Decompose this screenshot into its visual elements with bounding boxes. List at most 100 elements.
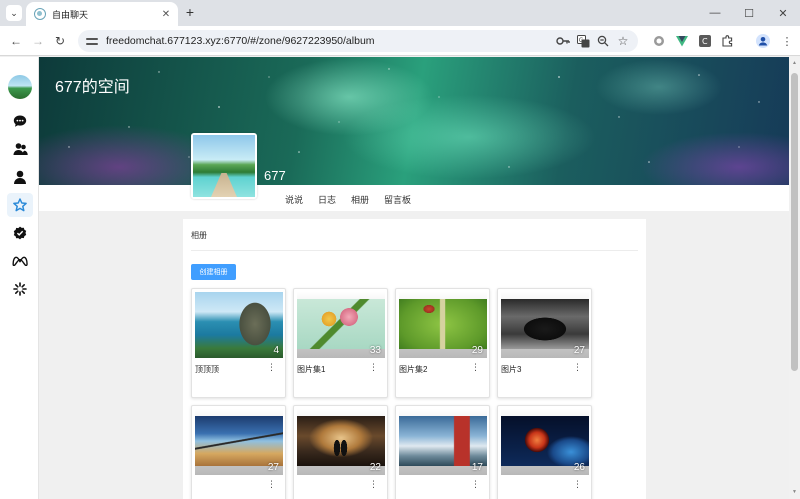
album-cover-image (297, 416, 385, 466)
maximize-icon[interactable]: ☐ (732, 0, 766, 26)
album-name: 图片集1 (297, 365, 326, 374)
album-cover[interactable]: 27 (501, 292, 589, 358)
album-cover-image (501, 416, 589, 466)
page-scrollbar[interactable]: ▲ ▼ (789, 57, 800, 499)
zoom-icon[interactable] (596, 34, 610, 48)
window-controls: — ☐ ✕ (698, 0, 800, 26)
svg-text:G: G (578, 37, 583, 44)
tab-guestbook[interactable]: 留言板 (384, 193, 411, 206)
album-more-icon[interactable]: ⋮ (369, 362, 378, 373)
password-key-icon[interactable] (556, 34, 570, 48)
album-photo-count: 26 (573, 462, 585, 473)
back-arrow-icon[interactable]: ← (8, 33, 24, 49)
album-more-icon[interactable]: ⋮ (573, 479, 582, 490)
tab-album[interactable]: 相册 (351, 193, 369, 206)
minimize-icon[interactable]: — (698, 0, 732, 26)
album-more-icon[interactable]: ⋮ (369, 479, 378, 490)
forward-arrow-icon[interactable]: → (30, 33, 46, 49)
svg-text:C: C (702, 37, 708, 46)
extension-c-icon[interactable]: C (698, 34, 712, 48)
verified-badge-icon[interactable] (7, 221, 33, 245)
avatar[interactable] (8, 75, 32, 99)
extensions-puzzle-icon[interactable] (721, 34, 735, 48)
album-cover[interactable]: 27 (195, 409, 283, 475)
album-photo-count: 27 (573, 345, 585, 356)
browser-menu-icon[interactable]: ⋮ (780, 34, 794, 48)
create-album-button[interactable]: 创建相册 (191, 264, 236, 280)
album-more-icon[interactable]: ⋮ (471, 362, 480, 373)
section-title: 相册 (191, 231, 207, 240)
meta-infinity-icon[interactable] (7, 249, 33, 273)
url-text[interactable]: freedomchat.677123.xyz:6770/#/zone/96272… (106, 35, 550, 47)
starfield-decoration (68, 68, 760, 168)
album-card[interactable]: 29 图片集2 ⋮ (395, 288, 490, 398)
album-cover-image (195, 292, 283, 358)
album-cover[interactable]: 17 (399, 409, 487, 475)
album-cover[interactable]: 22 (297, 409, 385, 475)
album-cover-image (195, 416, 283, 466)
album-name: 图片集2 (399, 365, 428, 374)
tab-posts[interactable]: 说说 (285, 193, 303, 206)
tab-close-icon[interactable]: ✕ (160, 9, 172, 20)
album-panel: 相册 创建相册 4 顶顶顶 ⋮ 33 图片集1 ⋮ 29 图片集2 ⋮ 27 图… (183, 219, 646, 499)
app-sidebar (0, 57, 39, 499)
scroll-down-arrow-icon[interactable]: ▼ (791, 489, 798, 495)
browser-toolbar: ← → ↻ freedomchat.677123.xyz:6770/#/zone… (0, 26, 800, 56)
album-cover-image (297, 299, 385, 349)
album-photo-count: 4 (273, 345, 279, 356)
zone-banner: 677的空间 (39, 57, 789, 185)
album-card[interactable]: 17 ⋮ (395, 405, 490, 499)
album-card[interactable]: 4 顶顶顶 ⋮ (191, 288, 286, 398)
loading-sparkle-icon[interactable] (7, 277, 33, 301)
extension-vue-icon[interactable] (675, 34, 689, 48)
profile-bar (39, 185, 789, 211)
translate-icon[interactable]: G (576, 34, 590, 48)
profile-avatar[interactable] (191, 133, 257, 199)
profile-user-name: 677 (264, 168, 286, 183)
site-settings-icon[interactable] (86, 35, 98, 47)
album-cover-image (399, 299, 487, 349)
album-card[interactable]: 26 ⋮ (497, 405, 592, 499)
album-more-icon[interactable]: ⋮ (573, 362, 582, 373)
profile-icon[interactable] (756, 34, 770, 48)
album-name: 顶顶顶 (195, 365, 219, 374)
browser-tab[interactable]: 自由聊天 ✕ (26, 2, 178, 26)
album-card[interactable]: 27 图片3 ⋮ (497, 288, 592, 398)
album-photo-count: 27 (267, 462, 279, 473)
album-more-icon[interactable]: ⋮ (267, 479, 276, 490)
album-cover[interactable]: 29 (399, 292, 487, 358)
tab-search-chevron-icon[interactable]: ⌄ (6, 5, 22, 21)
album-cover[interactable]: 33 (297, 292, 385, 358)
scrollbar-thumb[interactable] (791, 73, 798, 371)
tab-title: 自由聊天 (52, 9, 89, 20)
album-card[interactable]: 27 ⋮ (191, 405, 286, 499)
divider (191, 250, 638, 251)
album-photo-count: 33 (369, 345, 381, 356)
tab-blog[interactable]: 日志 (318, 193, 336, 206)
bookmark-star-icon[interactable]: ☆ (616, 34, 630, 48)
browser-tab-bar: ⌄ 自由聊天 ✕ + — ☐ ✕ (0, 0, 800, 26)
close-window-icon[interactable]: ✕ (766, 0, 800, 26)
reload-icon[interactable]: ↻ (52, 33, 68, 49)
user-icon[interactable] (7, 165, 33, 189)
new-tab-button[interactable]: + (182, 5, 198, 21)
extension-circle-icon[interactable] (652, 34, 666, 48)
friends-icon[interactable] (7, 137, 33, 161)
album-photo-count: 22 (369, 462, 381, 473)
address-bar[interactable]: freedomchat.677123.xyz:6770/#/zone/96272… (78, 30, 638, 52)
chat-icon[interactable] (7, 109, 33, 133)
album-more-icon[interactable]: ⋮ (471, 479, 480, 490)
album-cover[interactable]: 4 (195, 292, 283, 358)
album-photo-count: 17 (471, 462, 483, 473)
album-cover[interactable]: 26 (501, 409, 589, 475)
site-favicon-icon (34, 8, 46, 20)
album-card[interactable]: 33 图片集1 ⋮ (293, 288, 388, 398)
album-card[interactable]: 22 ⋮ (293, 405, 388, 499)
album-name: 图片3 (501, 365, 522, 374)
zone-tabs: 说说 日志 相册 留言板 (285, 193, 411, 206)
zone-star-icon[interactable] (7, 193, 33, 217)
album-cover-image (399, 416, 487, 466)
album-more-icon[interactable]: ⋮ (267, 362, 276, 373)
scroll-up-arrow-icon[interactable]: ▲ (791, 60, 798, 66)
album-cover-image (501, 299, 589, 349)
